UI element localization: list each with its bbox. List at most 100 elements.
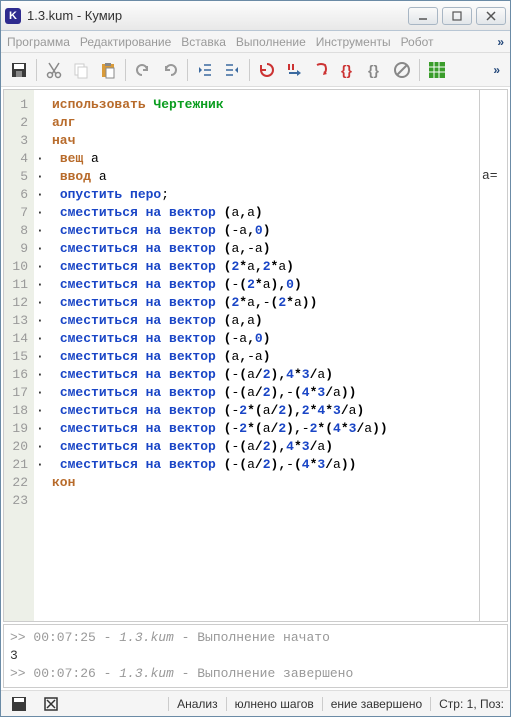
window-title: 1.3.kum - Кумир	[27, 8, 402, 23]
code-line[interactable]: сместиться на вектор (-(a/2),4*3/a)	[52, 438, 475, 456]
code-line[interactable]: алг	[52, 114, 475, 132]
status-position: Стр: 1, Поз:	[430, 697, 504, 711]
line-marker: ·	[36, 348, 46, 366]
code-line[interactable]: сместиться на вектор (-(a/2),-(4*3/a))	[52, 456, 475, 474]
line-number: 11	[8, 276, 28, 294]
statusbar: Анализ юлнено шагов ение завершено Стр: …	[1, 690, 510, 716]
app-icon: K	[5, 8, 21, 24]
menubar: Программа Редактирование Вставка Выполне…	[1, 31, 510, 53]
code-line[interactable]: ввод a	[52, 168, 475, 186]
line-number: 14	[8, 330, 28, 348]
line-marker: ·	[36, 222, 46, 240]
toolbar-overflow[interactable]: »	[489, 63, 504, 77]
console[interactable]: >> 00:07:25 - 1.3.kum - Выполнение начат…	[3, 624, 508, 688]
status-clear-icon[interactable]	[39, 694, 63, 714]
line-number: 1	[8, 96, 28, 114]
stop-button[interactable]	[390, 58, 414, 82]
save-button[interactable]	[7, 58, 31, 82]
line-number: 2	[8, 114, 28, 132]
indent-button[interactable]	[220, 58, 244, 82]
code-line[interactable]: использовать Чертежник	[52, 96, 475, 114]
step-button[interactable]	[282, 58, 306, 82]
line-marker	[36, 474, 46, 492]
menu-overflow[interactable]: »	[497, 35, 504, 49]
line-marker	[36, 96, 46, 114]
line-number: 13	[8, 312, 28, 330]
line-number: 3	[8, 132, 28, 150]
minimize-button[interactable]	[408, 7, 438, 25]
status-save-icon[interactable]	[7, 694, 31, 714]
menu-insert[interactable]: Вставка	[181, 35, 226, 49]
menu-tools[interactable]: Инструменты	[316, 35, 391, 49]
code-line[interactable]: сместиться на вектор (-(2*a),0)	[52, 276, 475, 294]
menu-run[interactable]: Выполнение	[236, 35, 306, 49]
line-marker: ·	[36, 312, 46, 330]
line-marker: ·	[36, 438, 46, 456]
code-line[interactable]: сместиться на вектор (2*a,2*a)	[52, 258, 475, 276]
step-into-button[interactable]	[309, 58, 333, 82]
line-marker: ·	[36, 456, 46, 474]
code-line[interactable]: вещ a	[52, 150, 475, 168]
toolbar: {} {} »	[1, 53, 510, 87]
line-number: 21	[8, 456, 28, 474]
code-line[interactable]: сместиться на вектор (-(a/2),-(4*3/a))	[52, 384, 475, 402]
code-line[interactable]: сместиться на вектор (-2*(a/2),2*4*3/a)	[52, 402, 475, 420]
run-button[interactable]	[255, 58, 279, 82]
code-line[interactable]: сместиться на вектор (-2*(a/2),-2*(4*3/a…	[52, 420, 475, 438]
line-number: 6	[8, 186, 28, 204]
code-line[interactable]: сместиться на вектор (a,-a)	[52, 348, 475, 366]
code-line[interactable]	[52, 492, 475, 510]
step-over-button[interactable]: {}	[336, 58, 360, 82]
line-marker: ·	[36, 384, 46, 402]
code-line[interactable]: сместиться на вектор (2*a,-(2*a))	[52, 294, 475, 312]
console-output: 3	[10, 647, 501, 665]
code-line[interactable]: кон	[52, 474, 475, 492]
cut-button[interactable]	[42, 58, 66, 82]
menu-edit[interactable]: Редактирование	[80, 35, 171, 49]
line-number: 5	[8, 168, 28, 186]
code-line[interactable]: сместиться на вектор (a,-a)	[52, 240, 475, 258]
line-marker: ·	[36, 168, 46, 186]
code-area[interactable]: использовать Чертежникалгнач вещ a ввод …	[48, 90, 479, 621]
line-marker: ·	[36, 258, 46, 276]
line-number: 23	[8, 492, 28, 510]
console-line: >> 00:07:25 - 1.3.kum - Выполнение начат…	[10, 629, 501, 647]
code-line[interactable]: нач	[52, 132, 475, 150]
editor: 1234567891011121314151617181920212223 ··…	[3, 89, 508, 622]
menu-robot[interactable]: Робот	[401, 35, 434, 49]
code-line[interactable]: сместиться на вектор (a,a)	[52, 204, 475, 222]
line-marker: ·	[36, 276, 46, 294]
line-marker: ·	[36, 204, 46, 222]
paste-button[interactable]	[96, 58, 120, 82]
maximize-button[interactable]	[442, 7, 472, 25]
code-line[interactable]: опустить перо;	[52, 186, 475, 204]
code-line[interactable]: сместиться на вектор (-a,0)	[52, 330, 475, 348]
line-number: 8	[8, 222, 28, 240]
line-marker: ·	[36, 402, 46, 420]
code-line[interactable]: сместиться на вектор (-(a/2),4*3/a)	[52, 366, 475, 384]
menu-program[interactable]: Программа	[7, 35, 70, 49]
close-button[interactable]	[476, 7, 506, 25]
line-number: 18	[8, 402, 28, 420]
line-number: 20	[8, 438, 28, 456]
code-line[interactable]: сместиться на вектор (a,a)	[52, 312, 475, 330]
line-number: 16	[8, 366, 28, 384]
step-out-button[interactable]: {}	[363, 58, 387, 82]
status-steps: юлнено шагов	[226, 697, 314, 711]
outdent-button[interactable]	[193, 58, 217, 82]
marker-column: ··················	[34, 90, 48, 621]
copy-button[interactable]	[69, 58, 93, 82]
line-number: 15	[8, 348, 28, 366]
line-marker: ·	[36, 294, 46, 312]
grid-button[interactable]	[425, 58, 449, 82]
line-marker	[36, 114, 46, 132]
code-line[interactable]: сместиться на вектор (-a,0)	[52, 222, 475, 240]
redo-button[interactable]	[158, 58, 182, 82]
line-marker	[36, 492, 46, 510]
svg-text:{}: {}	[368, 62, 379, 78]
line-number: 19	[8, 420, 28, 438]
line-number: 4	[8, 150, 28, 168]
line-marker	[36, 132, 46, 150]
editor-scroll[interactable]: 1234567891011121314151617181920212223 ··…	[4, 90, 479, 621]
undo-button[interactable]	[131, 58, 155, 82]
